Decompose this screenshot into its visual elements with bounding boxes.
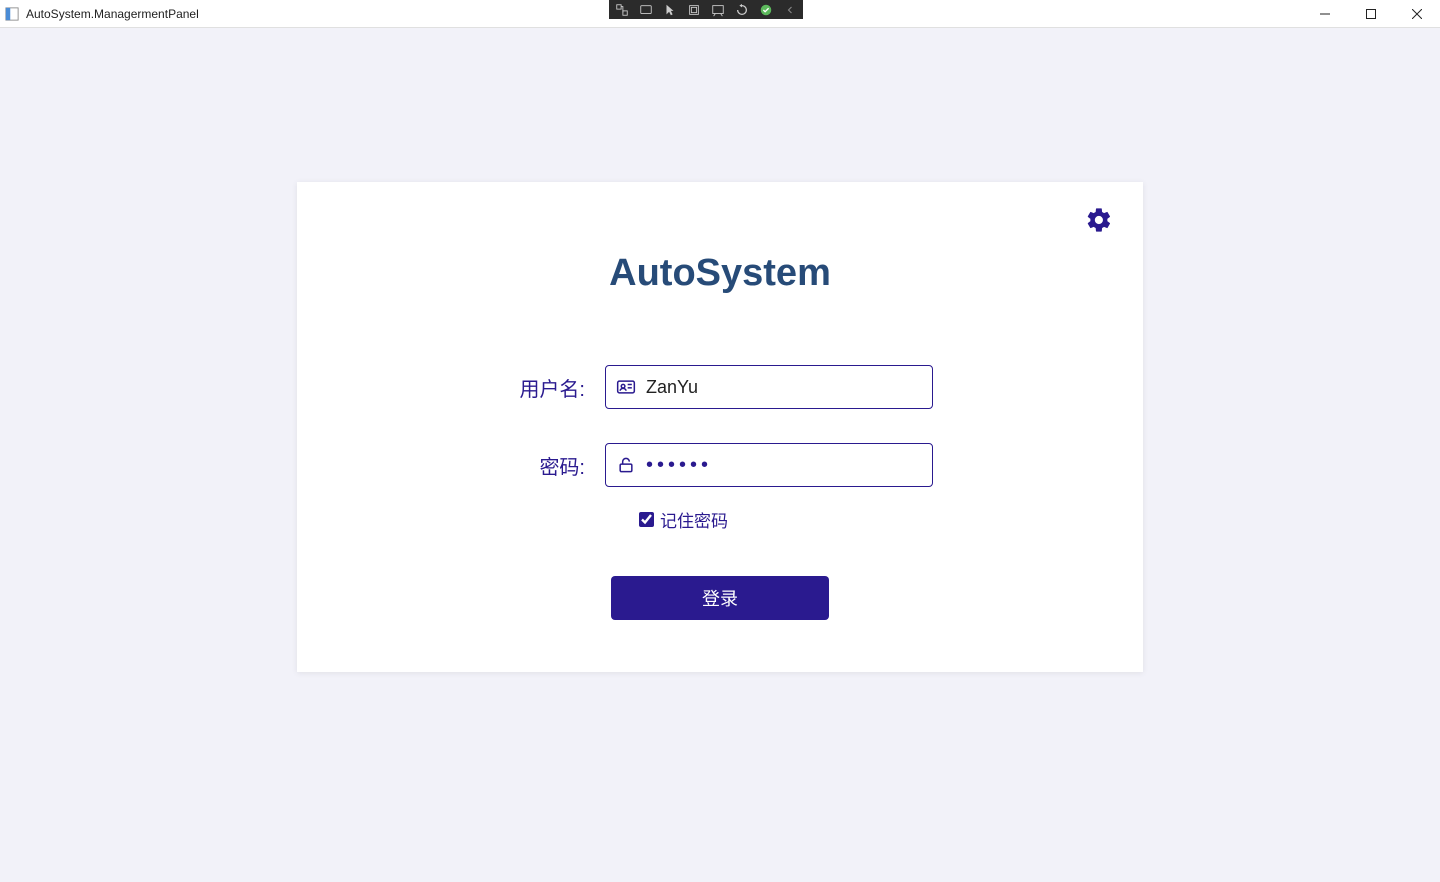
app-title: AutoSystem: [297, 252, 1143, 295]
select-element-icon[interactable]: [637, 2, 655, 18]
remember-row: 记住密码: [639, 507, 1143, 532]
content-area: AutoSystem 用户名: 密码:: [0, 28, 1440, 882]
password-row: 密码:: [297, 443, 1143, 487]
collapse-icon[interactable]: [781, 2, 799, 18]
lock-icon: [616, 455, 636, 475]
track-focused-icon[interactable]: [709, 2, 727, 18]
password-label: 密码:: [507, 451, 585, 480]
close-button[interactable]: [1394, 0, 1440, 28]
login-button[interactable]: 登录: [611, 576, 829, 620]
username-input-wrap: [605, 365, 933, 409]
titlebar: AutoSystem.ManagermentPanel: [0, 0, 1440, 28]
cursor-icon[interactable]: [661, 2, 679, 18]
ide-debug-toolbar: [609, 0, 803, 19]
password-input[interactable]: [646, 454, 922, 477]
username-row: 用户名:: [297, 365, 1143, 409]
minimize-button[interactable]: [1302, 0, 1348, 28]
settings-button[interactable]: [1085, 206, 1113, 234]
username-label: 用户名:: [507, 373, 585, 402]
window-title: AutoSystem.ManagermentPanel: [26, 7, 199, 21]
status-ok-icon[interactable]: [757, 2, 775, 18]
password-input-wrap: [605, 443, 933, 487]
remember-label[interactable]: 记住密码: [660, 507, 728, 532]
maximize-button[interactable]: [1348, 0, 1394, 28]
app-icon: [4, 6, 20, 22]
login-card: AutoSystem 用户名: 密码:: [297, 182, 1143, 672]
remember-checkbox[interactable]: [639, 512, 654, 527]
login-button-row: 登录: [297, 576, 1143, 620]
window-controls: [1302, 0, 1440, 28]
user-card-icon: [616, 377, 636, 397]
username-input[interactable]: [646, 377, 922, 398]
live-visual-tree-icon[interactable]: [613, 2, 631, 18]
hot-reload-icon[interactable]: [733, 2, 751, 18]
layout-adorners-icon[interactable]: [685, 2, 703, 18]
